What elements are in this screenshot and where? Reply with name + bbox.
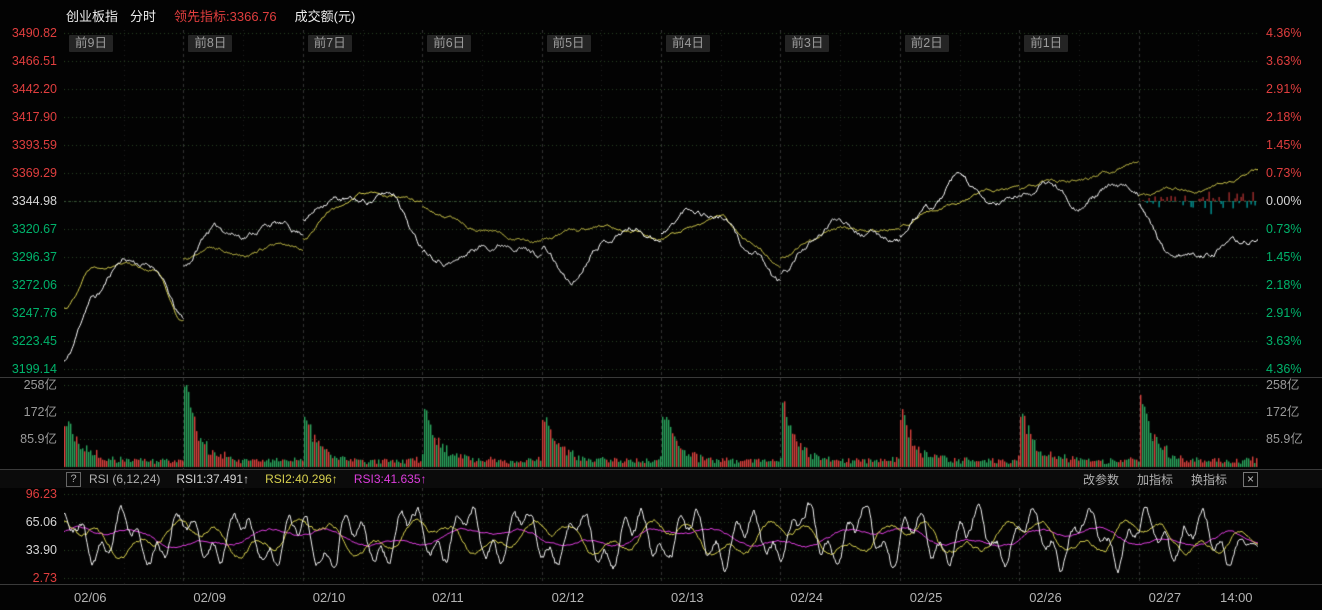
time-label: 02/25 [910,590,943,605]
percent-axis-label: 3.63% [1266,54,1301,68]
volume-axis-label: 172亿 [1266,405,1299,419]
time-label: 02/24 [790,590,823,605]
help-icon[interactable]: ? [66,472,81,487]
price-axis-label: 3393.59 [0,138,57,152]
rsi-value-2: RSI2:40.296↑ [265,472,338,486]
price-axis-label: 3272.06 [0,278,57,292]
time-label: 02/13 [671,590,704,605]
percent-axis-label: 0.73% [1266,222,1301,236]
day-label-chip: 前3日 [785,35,829,52]
price-panel: 3490.823466.513442.203417.903393.593369.… [0,30,1322,378]
price-axis-label: 3466.51 [0,54,57,68]
rsi-axis-left: 96.23 65.06 33.90 2.73 [0,488,60,584]
day-label-chip: 前4日 [666,35,710,52]
price-axis-label: 3247.76 [0,306,57,320]
time-label: 02/27 [1149,590,1182,605]
chart-header: 创业板指 分时 领先指标:3366.76 成交额(元) [66,0,355,30]
percent-axis-label: 0.73% [1266,166,1301,180]
index-name: 创业板指 [66,6,118,25]
percent-axis-label: 2.18% [1266,110,1301,124]
volume-axis-label: 85.9亿 [0,432,57,446]
time-label: 02/12 [552,590,585,605]
day-label-chip: 前8日 [188,35,232,52]
rsi-panel: 96.23 65.06 33.90 2.73 [0,488,1322,585]
day-label-chip: 前7日 [308,35,352,52]
percent-axis-label: 1.45% [1266,138,1301,152]
rsi-value-1: RSI1:37.491↑ [176,472,249,486]
leading-indicator: 领先指标:3366.76 [174,6,277,25]
price-axis-label: 3417.90 [0,110,57,124]
price-axis-label: 3296.37 [0,250,57,264]
leading-indicator-label: 领先指标: [174,9,230,24]
rsi-chart-canvas[interactable] [64,488,1258,585]
rsi-axis-label: 2.73 [0,571,57,585]
leading-indicator-value: 3366.76 [230,9,277,24]
percent-axis-label: 2.18% [1266,278,1301,292]
time-label: 02/11 [432,590,464,605]
day-label-chip: 前2日 [905,35,949,52]
volume-chart-canvas[interactable] [64,378,1258,470]
price-axis-label: 3442.20 [0,82,57,96]
rsi-title[interactable]: RSI (6,12,24) [89,472,160,486]
stock-chart-app: 创业板指 分时 领先指标:3366.76 成交额(元) 3490.82 3466.… [0,0,1322,610]
percent-axis-label: 3.63% [1266,334,1301,348]
percent-axis-label: 4.36% [1266,26,1301,40]
time-label: 02/06 [74,590,107,605]
price-axis-label: 3320.67 [0,222,57,236]
price-axis-label: 3490.82 [0,26,57,40]
volume-axis-label: 258亿 [1266,378,1299,392]
price-chart-canvas[interactable] [64,30,1258,378]
turnover-label: 成交额(元) [295,6,356,25]
switch-indicator-button[interactable]: 换指标 [1191,473,1227,487]
rsi-toolbar: 改参数 加指标 换指标 [1065,471,1227,488]
volume-axis-left: 258亿 172亿 85.9亿 [0,378,60,469]
tab-intraday[interactable]: 分时 [130,6,156,25]
day-label-chip: 前9日 [69,35,113,52]
volume-axis-label: 172亿 [0,405,57,419]
volume-panel: 258亿 172亿 85.9亿 258亿 172亿 85.9亿 [0,378,1322,470]
percent-axis-label: 0.00% [1266,194,1301,208]
rsi-values: RSI1:37.491↑ RSI2:40.296↑ RSI3:41.635↑ [160,472,426,486]
percent-axis-label: 1.45% [1266,250,1301,264]
percent-axis-label: 4.36% [1266,362,1301,376]
add-indicator-button[interactable]: 加指标 [1137,473,1173,487]
time-label: 02/09 [193,590,226,605]
percent-axis-right: 4.36% 3.63% 2.91% 2.18% 1.45% 0.73% 0.00% 0.73%… [1262,30,1320,377]
price-axis-left: 3490.823466.513442.203417.903393.593369.… [0,30,60,377]
day-label-chip: 前1日 [1024,35,1068,52]
change-params-button[interactable]: 改参数 [1083,473,1119,487]
day-label-chip: 前5日 [547,35,591,52]
price-axis-label: 3223.45 [0,334,57,348]
rsi-axis-label: 96.23 [0,487,57,501]
time-label: 02/10 [313,590,346,605]
current-time-label: 14:00 [1220,590,1253,605]
rsi-axis-label: 33.90 [0,543,57,557]
percent-axis-label: 2.91% [1266,82,1301,96]
rsi-axis-label: 65.06 [0,515,57,529]
volume-axis-label: 85.9亿 [1266,432,1303,446]
price-axis-label: 3199.14 [0,362,57,376]
time-axis: 02/06 02/09 02/10 02/11 02/12 02/13 02/24 02/25… [0,586,1322,610]
rsi-value-3: RSI3:41.635↑ [354,472,427,486]
volume-axis-right: 258亿 172亿 85.9亿 [1262,378,1320,469]
price-axis-label: 3369.29 [0,166,57,180]
price-axis-label: 3344.98 [0,194,57,208]
close-indicator-button[interactable]: × [1243,472,1258,487]
percent-axis-label: 2.91% [1266,306,1301,320]
rsi-header: ? RSI (6,12,24) RSI1:37.491↑ RSI2:40.296↑… [0,470,1322,488]
time-label: 02/26 [1029,590,1062,605]
day-label-chip: 前6日 [427,35,471,52]
volume-axis-label: 258亿 [0,378,57,392]
